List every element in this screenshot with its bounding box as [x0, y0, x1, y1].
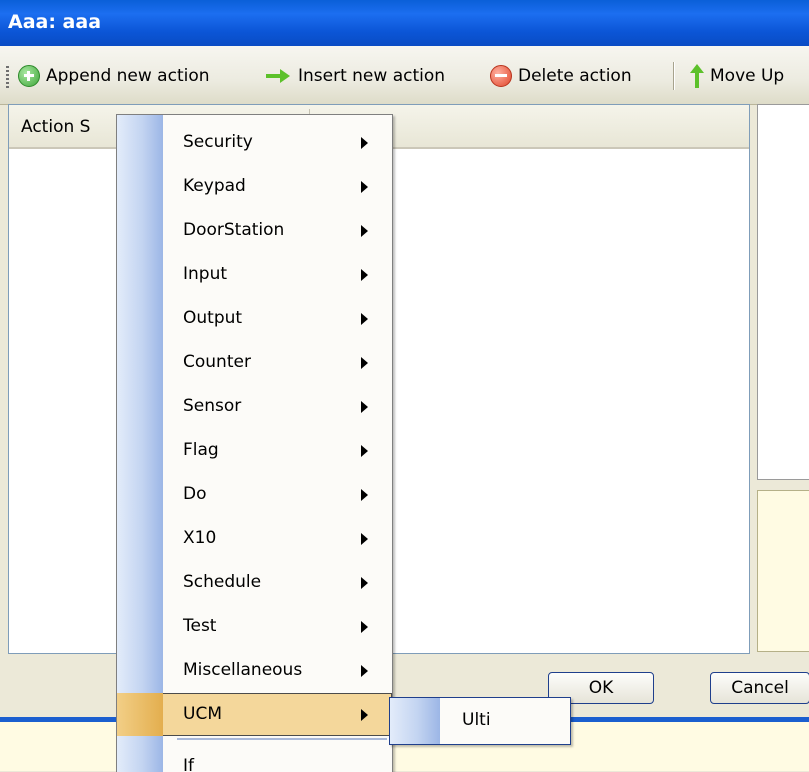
context-menu: Security Keypad DoorStation Input Output…	[116, 114, 393, 772]
toolbar: Append new action Insert new action Dele…	[0, 46, 809, 105]
append-action-label: Append new action	[46, 66, 210, 86]
submenu-arrow-icon	[361, 313, 368, 325]
submenu-arrow-icon	[361, 665, 368, 677]
submenu-arrow-icon	[361, 445, 368, 457]
submenu-item-ulti[interactable]: Ulti	[462, 710, 491, 730]
submenu-gutter	[390, 698, 440, 744]
menu-item-keypad[interactable]: Keypad	[117, 165, 392, 208]
delete-action-label: Delete action	[518, 66, 632, 86]
move-up-button[interactable]: Move Up	[690, 63, 784, 89]
properties-panel[interactable]	[757, 104, 809, 480]
up-arrow-icon	[690, 64, 704, 88]
toolbar-grip[interactable]	[6, 66, 9, 88]
submenu-arrow-icon	[361, 357, 368, 369]
plus-icon	[18, 65, 40, 87]
menu-item-do[interactable]: Do	[117, 473, 392, 516]
menu-item-sensor[interactable]: Sensor	[117, 385, 392, 428]
toolbar-separator	[673, 62, 674, 90]
menu-item-schedule[interactable]: Schedule	[117, 561, 392, 604]
menu-item-ucm[interactable]: UCM	[117, 693, 392, 736]
right-arrow-icon	[266, 66, 292, 86]
append-action-button[interactable]: Append new action	[18, 63, 210, 89]
menu-item-miscellaneous[interactable]: Miscellaneous	[117, 649, 392, 692]
menu-item-doorstation[interactable]: DoorStation	[117, 209, 392, 252]
cancel-button[interactable]: Cancel	[710, 672, 809, 704]
insert-action-button[interactable]: Insert new action	[266, 63, 445, 89]
submenu-arrow-icon	[361, 533, 368, 545]
column-header-action[interactable]: Action S	[21, 117, 90, 137]
menu-item-input[interactable]: Input	[117, 253, 392, 296]
submenu-arrow-icon	[361, 489, 368, 501]
menu-item-flag[interactable]: Flag	[117, 429, 392, 472]
submenu-arrow-icon	[361, 137, 368, 149]
menu-item-test[interactable]: Test	[117, 605, 392, 648]
submenu-arrow-icon	[361, 709, 368, 721]
submenu-arrow-icon	[361, 401, 368, 413]
title-bar: Aaa: aaa	[0, 0, 809, 46]
minus-icon	[490, 65, 512, 87]
move-up-label: Move Up	[710, 66, 785, 86]
submenu-arrow-icon	[361, 577, 368, 589]
menu-item-if[interactable]: If	[117, 745, 392, 772]
menu-item-counter[interactable]: Counter	[117, 341, 392, 384]
menu-item-security[interactable]: Security	[117, 121, 392, 164]
menu-item-output[interactable]: Output	[117, 297, 392, 340]
window-title: Aaa: aaa	[8, 11, 102, 33]
menu-item-x10[interactable]: X10	[117, 517, 392, 560]
ucm-submenu: Ulti	[389, 697, 571, 745]
menu-separator	[177, 738, 387, 740]
delete-action-button[interactable]: Delete action	[490, 63, 632, 89]
submenu-arrow-icon	[361, 225, 368, 237]
submenu-arrow-icon	[361, 181, 368, 193]
menu-highlight-gutter	[117, 693, 163, 736]
submenu-arrow-icon	[361, 269, 368, 281]
description-panel	[757, 490, 809, 652]
submenu-arrow-icon	[361, 621, 368, 633]
insert-action-label: Insert new action	[298, 66, 446, 86]
